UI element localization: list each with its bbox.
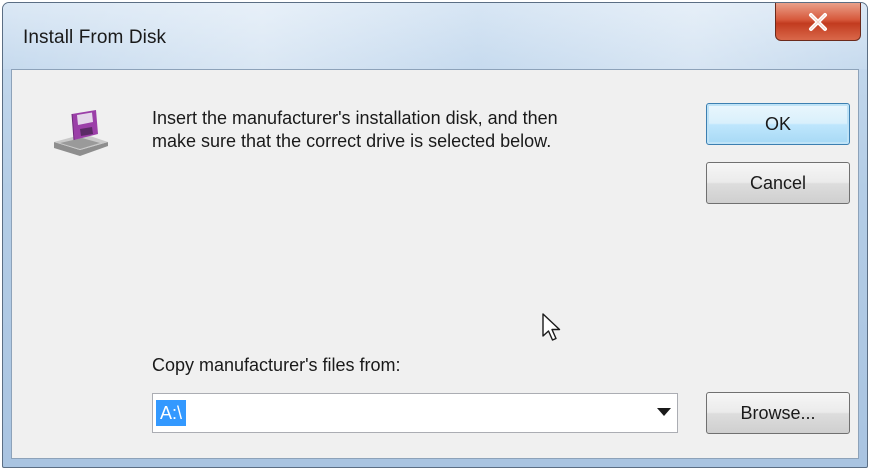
ok-button[interactable]: OK	[706, 103, 850, 145]
instruction-text: Insert the manufacturer's installation d…	[152, 107, 672, 153]
close-icon	[809, 12, 827, 31]
cancel-button[interactable]: Cancel	[706, 162, 850, 204]
floppy-disk-drive-icon	[54, 110, 108, 156]
instruction-line-1: Insert the manufacturer's installation d…	[152, 108, 558, 128]
window-title: Install From Disk	[23, 27, 167, 48]
chevron-down-icon[interactable]	[657, 408, 671, 416]
instruction-line-2: make sure that the correct drive is sele…	[152, 131, 552, 151]
close-button[interactable]	[775, 3, 861, 41]
copy-from-label: Copy manufacturer's files from:	[152, 355, 401, 375]
title-bar[interactable]: Install From Disk	[3, 3, 867, 69]
copy-from-input[interactable]: A:\	[156, 400, 187, 426]
mouse-pointer-icon	[542, 313, 561, 341]
browse-button[interactable]: Browse...	[706, 392, 850, 434]
copy-from-combobox[interactable]: A:\	[152, 393, 678, 433]
dialog-body: Insert the manufacturer's installation d…	[11, 69, 859, 459]
install-from-disk-dialog: Install From Disk Insert the manufacture…	[2, 2, 868, 468]
